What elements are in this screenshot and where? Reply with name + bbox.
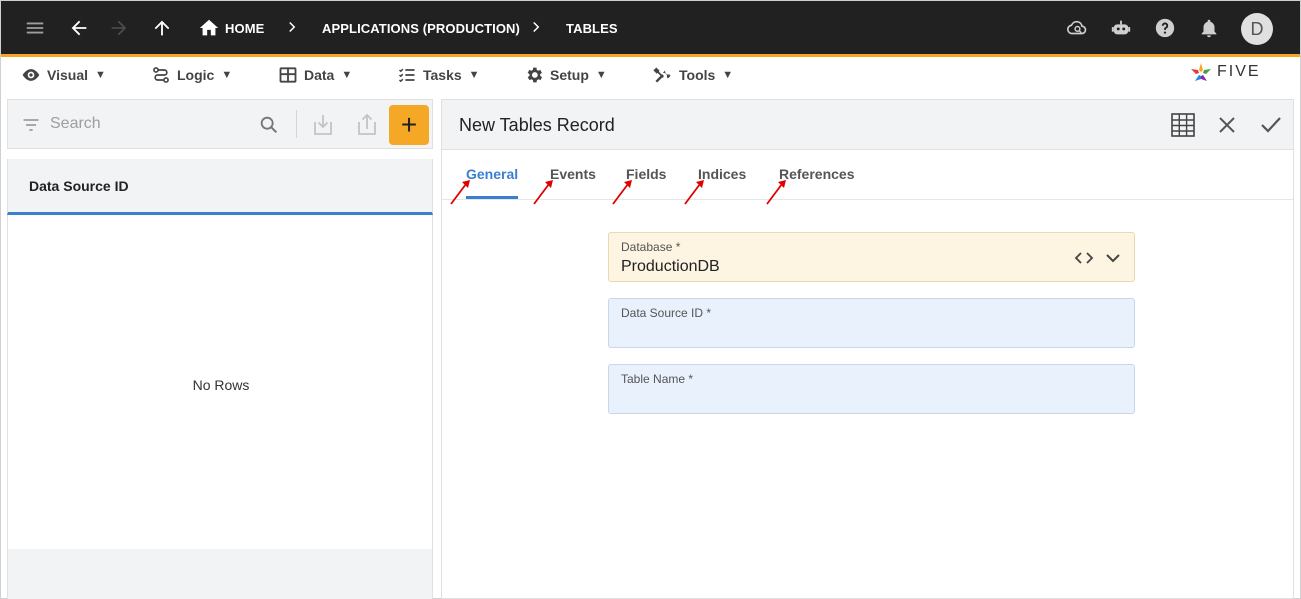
breadcrumb-tables[interactable]: TABLES — [566, 21, 618, 36]
record-form-panel: New Tables Record General Events Fields … — [441, 99, 1294, 599]
caret-down-icon: ▼ — [95, 69, 106, 81]
user-avatar[interactable]: D — [1241, 13, 1273, 45]
import-download-icon[interactable] — [311, 112, 335, 138]
database-label: Database * — [621, 240, 681, 254]
export-upload-icon[interactable] — [355, 112, 379, 138]
form-header: New Tables Record — [442, 100, 1293, 150]
home-icon[interactable] — [196, 15, 222, 41]
menu-setup[interactable]: Setup ▼ — [524, 63, 607, 87]
filter-icon[interactable] — [21, 115, 41, 135]
caret-down-icon: ▼ — [468, 69, 480, 81]
annotation-arrow-icon — [766, 180, 786, 205]
toolbar-divider — [296, 110, 297, 138]
back-arrow-icon[interactable] — [66, 15, 92, 41]
table-name-field[interactable]: Table Name * — [608, 364, 1135, 414]
menu-visual-label: Visual — [47, 67, 88, 83]
menu-tools[interactable]: Tools ▼ — [653, 63, 733, 87]
caret-down-icon: ▼ — [221, 69, 233, 81]
record-list: No Rows — [7, 215, 433, 549]
close-icon — [1219, 117, 1235, 133]
data-source-id-label: Data Source ID * — [621, 306, 712, 320]
table-icon — [279, 67, 297, 83]
five-logo-mark-icon — [1191, 63, 1211, 81]
checklist-icon — [398, 68, 415, 83]
data-source-id-field[interactable]: Data Source ID * — [608, 298, 1135, 348]
tools-icon — [653, 67, 671, 83]
logo-text: FIVE — [1217, 63, 1261, 80]
tab-references[interactable]: References — [779, 166, 855, 182]
menu-data-label: Data — [304, 67, 335, 83]
menu-visual[interactable]: Visual ▼ — [21, 63, 106, 87]
search-bar: + — [7, 99, 433, 149]
five-logo: FIVE — [1189, 61, 1261, 83]
gear-icon — [527, 67, 543, 83]
menu-tasks-label: Tasks — [423, 67, 462, 83]
annotation-arrow-icon — [612, 180, 632, 205]
database-value: ProductionDB — [621, 258, 720, 275]
check-icon — [1261, 117, 1281, 133]
top-app-bar: HOME APPLICATIONS (PRODUCTION) TABLES D — [1, 1, 1300, 54]
breadcrumb-applications[interactable]: APPLICATIONS (PRODUCTION) — [322, 21, 520, 36]
empty-list-message: No Rows — [192, 377, 250, 393]
database-select[interactable]: Database * ProductionDB — [608, 232, 1135, 282]
annotation-arrow-icon — [684, 180, 704, 205]
eye-icon — [22, 69, 40, 81]
grid-view-button[interactable] — [1170, 112, 1196, 138]
annotation-arrow-icon — [533, 180, 553, 205]
menu-logic[interactable]: Logic ▼ — [151, 63, 232, 87]
help-icon[interactable] — [1152, 15, 1178, 41]
save-button[interactable] — [1258, 112, 1284, 138]
cloud-search-icon[interactable] — [1064, 15, 1090, 41]
menu-tools-label: Tools — [679, 67, 716, 83]
form-title: New Tables Record — [459, 115, 615, 135]
annotation-arrow-icon — [450, 180, 470, 205]
caret-down-icon: ▼ — [341, 69, 353, 81]
hamburger-menu-icon[interactable] — [22, 15, 48, 41]
menu-setup-label: Setup — [550, 67, 589, 83]
menu-logic-label: Logic — [177, 67, 215, 83]
up-arrow-icon[interactable] — [149, 15, 175, 41]
menu-data[interactable]: Data ▼ — [278, 63, 352, 87]
list-column-header[interactable]: Data Source ID — [7, 159, 433, 215]
menu-tasks[interactable]: Tasks ▼ — [397, 63, 480, 87]
add-record-button[interactable]: + — [389, 105, 429, 145]
breadcrumb-chevron-icon — [533, 21, 540, 33]
flow-icon — [153, 67, 169, 83]
caret-down-icon: ▼ — [722, 69, 734, 81]
chevron-down-icon[interactable] — [1104, 249, 1122, 267]
notifications-bell-icon[interactable] — [1196, 15, 1222, 41]
chatbot-icon[interactable] — [1108, 15, 1134, 41]
form-tabs: General Events Fields Indices References — [442, 150, 1293, 205]
search-icon[interactable] — [258, 114, 280, 136]
record-list-panel: + Data Source ID No Rows — [7, 99, 433, 599]
caret-down-icon: ▼ — [595, 69, 607, 81]
search-input[interactable] — [50, 112, 250, 136]
table-name-label: Table Name * — [621, 372, 694, 386]
cancel-button[interactable] — [1214, 112, 1240, 138]
menu-bar: Visual ▼ Logic ▼ Data ▼ Tasks ▼ Setup ▼ Tools… — [1, 57, 1300, 93]
breadcrumb-chevron-icon — [289, 21, 296, 33]
breadcrumb-home[interactable]: HOME — [225, 21, 264, 36]
grid-icon — [1171, 113, 1195, 137]
forward-arrow-icon[interactable] — [106, 15, 132, 41]
code-brackets-icon[interactable] — [1074, 249, 1094, 267]
list-footer — [7, 549, 433, 599]
column-header-label: Data Source ID — [29, 178, 129, 194]
